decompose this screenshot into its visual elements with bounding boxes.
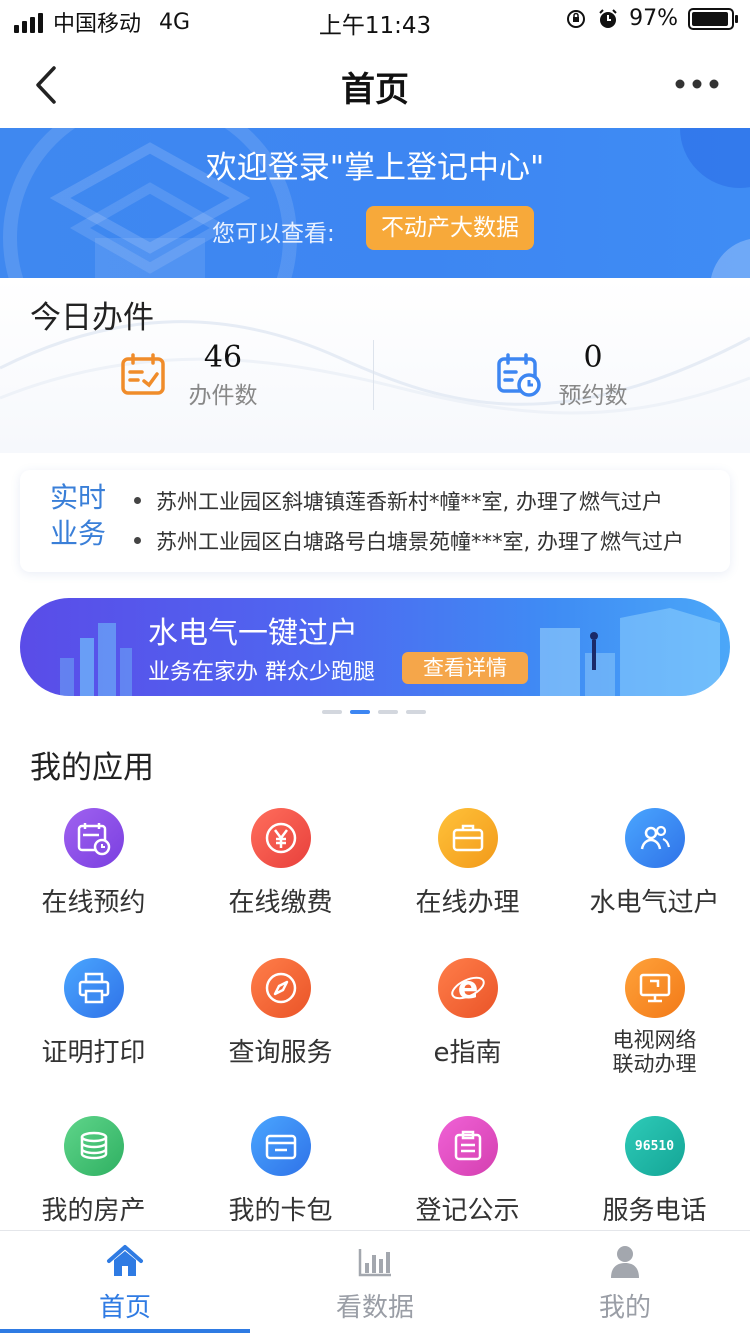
battery-percent: 97% [629,6,678,31]
briefcase-icon [437,808,498,868]
promo-subtitle: 业务在家办 群众少跑腿 [148,660,375,685]
e-guide-icon: e [437,958,498,1018]
app-label-line: 电视网络 [612,1028,697,1052]
app-service-hotline[interactable]: 96510 服务电话 [561,1116,748,1227]
app-label: 证明打印 [41,1038,146,1068]
app-my-property[interactable]: 我的房产 [0,1116,187,1227]
cases-count: 46 [203,340,243,375]
today-panel: 今日办件 46 办件数 0 预约数 [0,278,750,453]
stat-divider [373,340,374,410]
app-utility-transfer[interactable]: 水电气过户 [561,808,748,919]
app-label: 在线办理 [415,888,520,918]
app-label: 电视网络 联动办理 [561,1028,748,1076]
calendar-clock-icon [497,353,541,397]
tab-label: 首页 [98,1293,151,1323]
my-apps-title: 我的应用 [30,750,154,786]
realtime-item[interactable]: 苏州工业园区斜塘镇莲香新村*幢**室, 办理了燃气过户 [134,486,714,516]
compass-icon [250,958,311,1018]
monitor-icon [624,958,685,1018]
stat-cases[interactable]: 46 办件数 [120,340,270,410]
bar-chart-icon [358,1249,391,1277]
calendar-check-icon [121,353,165,395]
yuan-icon [250,808,311,868]
stat-appointments[interactable]: 0 预约数 [496,340,646,410]
carousel-dot[interactable] [322,710,342,714]
svg-text:e: e [457,971,477,1006]
big-data-button[interactable]: 不动产大数据 [366,206,534,250]
city-illustration [60,608,720,696]
app-label: 服务电话 [602,1196,707,1226]
view-details-button[interactable]: 查看详情 [402,652,528,684]
realtime-item[interactable]: 苏州工业园区白塘路号白塘景苑幢***室, 办理了燃气过户 [134,526,714,556]
page-title: 首页 [341,70,409,110]
welcome-banner: 欢迎登录"掌上登记中心" 您可以查看: 不动产大数据 [0,128,750,278]
app-registration-notice[interactable]: 登记公示 [374,1116,561,1227]
appointments-count: 0 [583,340,603,375]
coins-icon [63,1116,124,1176]
calendar-clock-icon [63,808,124,868]
app-e-guide[interactable]: e e指南 [374,958,561,1069]
realtime-label: 实时业务 [50,481,107,550]
users-icon [624,808,685,868]
tab-label: 看数据 [335,1293,414,1323]
status-bar: 中国移动 4G 上午11:43 97% [0,0,750,42]
app-label: 我的房产 [41,1196,146,1226]
app-certificate-print[interactable]: 证明打印 [0,958,187,1069]
app-label: 在线预约 [41,888,146,918]
app-my-wallet[interactable]: 我的卡包 [187,1116,374,1227]
app-label: 登记公示 [415,1196,520,1226]
hotline-number: 96510 [634,1138,675,1154]
app-query-service[interactable]: 查询服务 [187,958,374,1069]
banner-subtitle: 您可以查看: [212,221,335,247]
carousel-dot[interactable] [406,710,426,714]
carousel-indicator [322,710,426,714]
cases-label: 办件数 [188,383,258,409]
battery-icon [688,7,738,30]
home-icon [107,1245,143,1276]
promo-title: 水电气一键过户 [148,616,358,651]
app-label: e指南 [433,1038,502,1068]
app-label: 查询服务 [228,1038,333,1068]
tab-bar: 首页 看数据 我的 [0,1230,750,1334]
rotation-lock-icon [567,9,586,28]
tab-data[interactable]: 看数据 [250,1231,500,1334]
app-label: 在线缴费 [228,888,333,918]
wallet-icon [250,1116,311,1176]
app-label-line: 联动办理 [612,1052,697,1076]
nav-bar: 首页 [0,42,750,128]
realtime-business-card[interactable]: 实时业务 苏州工业园区斜塘镇莲香新村*幢**室, 办理了燃气过户 苏州工业园区白… [20,470,730,572]
printer-icon [63,958,124,1018]
app-online-payment[interactable]: 在线缴费 [187,808,374,919]
app-online-handling[interactable]: 在线办理 [374,808,561,919]
more-icon[interactable] [674,72,720,96]
tab-label: 我的 [598,1293,651,1323]
today-title: 今日办件 [30,300,154,336]
tab-active-indicator [0,1329,250,1333]
hotline-icon: 96510 [624,1116,685,1176]
notice-icon [437,1116,498,1176]
user-icon [611,1246,639,1278]
carousel-dot-active[interactable] [350,710,370,714]
app-label: 水电气过户 [589,888,720,918]
app-tv-network[interactable]: 电视网络 联动办理 [561,958,748,1076]
tab-home[interactable]: 首页 [0,1231,250,1334]
promo-banner[interactable]: 水电气一键过户 业务在家办 群众少跑腿 查看详情 [20,598,730,696]
app-online-appointment[interactable]: 在线预约 [0,808,187,919]
alarm-icon [599,8,617,28]
tab-mine[interactable]: 我的 [500,1231,750,1334]
banner-title: 欢迎登录"掌上登记中心" [205,150,545,186]
appointments-label: 预约数 [558,383,628,409]
app-label: 我的卡包 [228,1196,333,1226]
carousel-dot[interactable] [378,710,398,714]
